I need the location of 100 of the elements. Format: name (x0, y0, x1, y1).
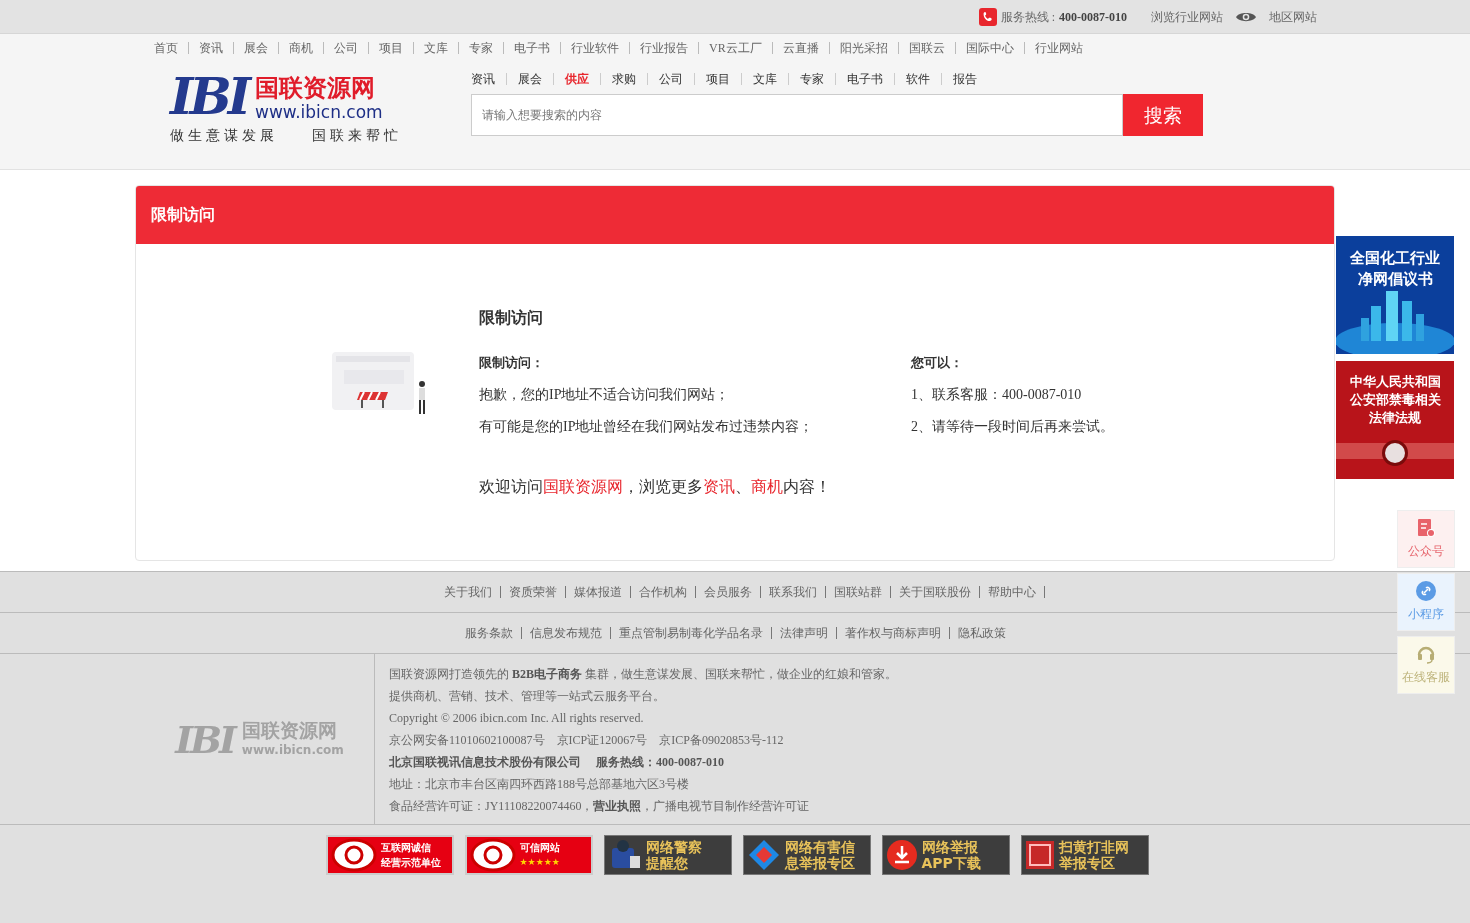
footer-info-text: 地址：北京市丰台区南四环西路188号总部基地六区3号楼 (389, 776, 690, 793)
policy-link[interactable]: 隐私政策 (948, 627, 1014, 639)
badge-link[interactable]: 可信网站 ★★★★★ (464, 835, 593, 875)
footer-logo-url: www.ibicn.com (241, 742, 344, 759)
badge-text: 经营示范单位 (380, 856, 441, 870)
nav-link[interactable]: 行业报告 (629, 42, 698, 54)
phone-icon (978, 7, 997, 26)
options-heading: 您可以： (911, 354, 964, 372)
welcome-text: ，浏览更多 (623, 476, 703, 497)
search-tab[interactable]: 供应 (553, 73, 600, 85)
notice-title: 限制访问 (479, 307, 544, 329)
hotline-label: 服务热线 : (1000, 8, 1055, 26)
nav-link[interactable]: 国联云 (897, 42, 955, 54)
search-field[interactable]: 请输入想要搜索的内容 (471, 94, 1123, 136)
nav-link[interactable]: 云直播 (771, 42, 829, 54)
banner-text: 全国化工行业 (1350, 248, 1440, 269)
policy-link[interactable]: 著作权与商标声明 (835, 627, 949, 639)
search-tab[interactable]: 软件 (894, 73, 941, 85)
logo-name: 国联资源网 (255, 74, 377, 102)
nav-link[interactable]: 电子书 (503, 42, 560, 54)
document-icon (1416, 518, 1436, 538)
nav-link[interactable]: 行业软件 (560, 42, 629, 54)
side-banner[interactable]: 中华人民共和国 公安部禁毒相关 法律法规 (1336, 361, 1454, 479)
search-tab[interactable]: 电子书 (835, 73, 894, 85)
banner-text: 法律法规 (1369, 409, 1421, 427)
nav-link[interactable]: 项目 (368, 42, 413, 54)
footer-link[interactable]: 资质荣誉 (499, 586, 565, 598)
banner-text: 净网倡议书 (1357, 269, 1433, 290)
search-tab[interactable]: 项目 (694, 73, 741, 85)
footer-link[interactable]: 会员服务 (694, 586, 760, 598)
card-header-title: 限制访问 (151, 204, 215, 226)
side-banner[interactable]: 全国化工行业 净网倡议书 (1336, 236, 1454, 354)
search-tab[interactable]: 资讯 (471, 73, 506, 85)
badge-text: 互联网诚信 (380, 841, 432, 855)
banner-text: 中华人民共和国 (1349, 373, 1441, 391)
headset-icon (1416, 644, 1436, 664)
browse-industry-link[interactable]: 浏览行业网站 (1151, 7, 1223, 26)
logo-slogan: 做生意谋发展 (170, 127, 278, 145)
badge-text: 网络警察 (645, 839, 702, 855)
nav-link[interactable]: 文库 (413, 42, 458, 54)
banner-text: 公安部禁毒相关 (1349, 391, 1441, 409)
badge-text: 举报专区 (1058, 855, 1116, 871)
badge-link[interactable]: 扫黄打非网 举报专区 (1020, 835, 1149, 875)
region-link[interactable]: 地区网站 (1269, 7, 1317, 26)
policy-link[interactable]: 信息发布规范 (520, 627, 610, 639)
search-tab[interactable]: 专家 (788, 73, 835, 85)
badge-text: 网络举报 (921, 839, 979, 855)
badge-link[interactable]: 网络有害信 息举报专区 (742, 835, 871, 875)
badge-link[interactable]: 网络警察 提醒您 (603, 835, 732, 875)
hotline-number: 400-0087-010 (1059, 8, 1127, 26)
badge-link[interactable]: 网络举报 APP下载 (881, 835, 1010, 875)
welcome-link[interactable]: 国联资源网 (543, 474, 623, 499)
footer-info-text: Copyright © 2006 ibicn.com Inc. All rights reserved. (389, 710, 645, 727)
footer-link[interactable]: 合作机构 (629, 586, 695, 598)
nav-link[interactable]: 资讯 (188, 42, 233, 54)
footer-logo-mark: IBI (175, 715, 234, 764)
search-tab[interactable]: 求购 (600, 73, 647, 85)
policy-link[interactable]: 服务条款 (456, 627, 521, 639)
search-tab[interactable]: 公司 (647, 73, 694, 85)
badge-link[interactable]: 互联网诚信 经营示范单位 (325, 835, 454, 875)
footer-link[interactable]: 帮助中心 (978, 586, 1045, 598)
footer-link[interactable]: 关于我们 (435, 586, 500, 598)
footer-logo-name: 国联资源网 (241, 719, 338, 741)
reason-text: 有可能是您的IP地址曾经在我们网站发布过违禁内容； (479, 417, 815, 436)
policy-link[interactable]: 重点管制易制毒化学品名录 (609, 627, 771, 639)
nav-link[interactable]: 首页 (144, 42, 188, 54)
badge-text: ★★★★★ (519, 856, 560, 869)
footer-link[interactable]: 联系我们 (759, 586, 825, 598)
nav-link[interactable]: 专家 (458, 42, 503, 54)
option-text: 1、联系客服：400-0087-010 (911, 385, 1083, 404)
footer-info-text: 提供商机、营销、技术、管理等一站式云服务平台。 (389, 688, 666, 705)
nav-link[interactable]: 阳光采招 (828, 42, 898, 54)
nav-link[interactable]: 行业网站 (1023, 42, 1093, 54)
policy-link[interactable]: 法律声明 (770, 627, 836, 639)
float-button[interactable]: 公众号 (1397, 510, 1455, 568)
option-text: 2、请等待一段时间后再来尝试。 (911, 417, 1114, 436)
footer-link[interactable]: 媒体报道 (564, 586, 630, 598)
badge-text: 网络有害信 (784, 839, 855, 855)
nav-link[interactable]: 国际中心 (954, 42, 1024, 54)
search-tab[interactable]: 报告 (941, 73, 988, 85)
footer-info-text: 北京国联视讯信息技术股份有限公司 服务热线：400-0087-010 (389, 754, 725, 771)
stamp-icon (1024, 840, 1055, 870)
footer-info-text: 国联资源网打造领先的 B2B电子商务 集群，做生意谋发展、国联来帮忙，做企业的红娘和管家。 (389, 666, 897, 683)
footer-link[interactable]: 国联站群 (824, 586, 890, 598)
search-tab[interactable]: 展会 (506, 73, 553, 85)
nav-link[interactable]: 展会 (233, 42, 278, 54)
welcome-text: 、 (735, 476, 751, 497)
search-tab[interactable]: 文库 (741, 73, 788, 85)
welcome-text: 内容！ (783, 476, 831, 497)
welcome-link[interactable]: 资讯 (703, 474, 735, 499)
footer-info-text: 食品经营许可证：JY11108220074460，营业执照，广播电视节目制作经营许可证 (389, 798, 811, 815)
welcome-link[interactable]: 商机 (751, 474, 783, 499)
logo-url: www.ibicn.com (255, 102, 383, 122)
nav-link[interactable]: 公司 (323, 42, 368, 54)
badge-text: 扫黄打非网 (1058, 839, 1129, 855)
nav-link[interactable]: 商机 (278, 42, 323, 54)
search-button[interactable]: 搜索 (1123, 94, 1203, 136)
footer-link[interactable]: 关于国联股份 (889, 586, 979, 598)
logo-mark: IBI (170, 72, 248, 122)
nav-link[interactable]: VR云工厂 (698, 42, 772, 54)
